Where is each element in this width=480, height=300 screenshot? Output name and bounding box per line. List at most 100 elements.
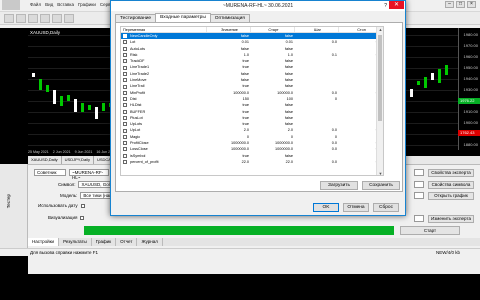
close-icon[interactable]: ✕: [389, 1, 404, 9]
tester-vertical-label: Тестер: [6, 194, 11, 209]
param-step-cell[interactable]: 0.0: [295, 159, 339, 165]
test-progress-bar: [84, 226, 394, 235]
cancel-button[interactable]: Отмена: [343, 203, 369, 212]
expert-properties-dialog: ~MURENA-RF-HL~ 30.06.2021 ? ✕ Тестирован…: [110, 0, 406, 216]
window-controls: – □ ×: [445, 1, 476, 8]
menu-charts[interactable]: Графики: [78, 2, 96, 9]
optimize-checkbox[interactable]: [123, 53, 127, 58]
chart-tab[interactable]: XAUUSD,Daily: [28, 156, 62, 164]
dialog-tab-2[interactable]: Оптимизация: [209, 14, 250, 22]
menu-insert[interactable]: Вставка: [57, 2, 74, 9]
price-label: 1970.00: [463, 43, 478, 48]
skip-box[interactable]: [414, 215, 424, 222]
scroll-down-icon[interactable]: ▼: [377, 171, 383, 175]
dialog-tab-0[interactable]: Тестирование: [115, 14, 157, 22]
optimize-checkbox[interactable]: [123, 71, 127, 76]
column-value[interactable]: Значение: [207, 27, 251, 32]
use-date-checkbox[interactable]: [80, 203, 85, 208]
expert-type-select[interactable]: Советник: [34, 169, 66, 176]
status-help-text: Для вызова справки нажмите F1: [30, 250, 99, 255]
edit-expert-button[interactable]: Изменить эксперта: [428, 215, 474, 223]
optimize-checkbox[interactable]: [123, 84, 127, 89]
load-button[interactable]: Загрузить: [320, 181, 358, 190]
left-panel: [0, 28, 28, 154]
param-start-cell[interactable]: 22.0: [251, 159, 295, 165]
menu-view[interactable]: Вид: [45, 2, 53, 9]
scroll-up-icon[interactable]: ▲: [377, 27, 383, 33]
symbol-properties-button[interactable]: Свойства символа: [428, 181, 474, 189]
table-scrollbar[interactable]: ▲ ▼: [376, 27, 383, 175]
inputs-panel: Переменная Значение Старт Шаг Стоп NewCa…: [115, 22, 403, 192]
scroll-thumb[interactable]: [378, 35, 382, 121]
optimize-checkbox[interactable]: [123, 160, 127, 165]
optimize-checkbox[interactable]: [123, 109, 127, 114]
optimization-box[interactable]: [414, 192, 424, 199]
start-button[interactable]: Старт: [400, 226, 460, 235]
price-label: 1900.00: [463, 120, 478, 125]
save-button[interactable]: Сохранить: [362, 181, 400, 190]
optimize-checkbox[interactable]: [123, 46, 127, 51]
tester-tab[interactable]: График: [92, 238, 117, 246]
optimize-checkbox[interactable]: [123, 59, 127, 64]
expert-properties-button[interactable]: Свойства эксперта: [428, 169, 474, 177]
maximize-icon[interactable]: □: [456, 1, 465, 8]
column-variable[interactable]: Переменная: [121, 27, 207, 32]
market-watch-icon[interactable]: [28, 14, 38, 23]
terminal-icon[interactable]: [52, 14, 62, 23]
column-start[interactable]: Старт: [251, 27, 295, 32]
table-body: NewCandleOnlyfalsefalseLot0.010.010.00.0…: [121, 33, 383, 165]
model-label: Модель:: [60, 193, 78, 198]
expert-select[interactable]: ~MURENA-RF-HL~: [69, 169, 109, 180]
optimize-checkbox[interactable]: [123, 116, 127, 120]
reset-button[interactable]: Сброс: [373, 203, 399, 212]
use-date-label: Использовать дату: [38, 203, 78, 208]
optimize-checkbox[interactable]: [123, 90, 127, 95]
optimize-checkbox[interactable]: [123, 134, 127, 139]
visual-checkbox[interactable]: [80, 215, 85, 220]
tester-tab[interactable]: Отчет: [116, 238, 138, 246]
optimize-checkbox[interactable]: [123, 65, 127, 70]
close-window-icon[interactable]: ×: [467, 1, 476, 8]
open-chart-button[interactable]: Открыть график: [428, 192, 474, 200]
low-price-tag: 1762.43: [458, 130, 480, 136]
chart-tab[interactable]: USDJPY,Daily: [62, 156, 94, 164]
optimize-checkbox[interactable]: [123, 103, 127, 108]
tester-icon[interactable]: [64, 14, 74, 23]
profiles-icon[interactable]: [16, 14, 26, 23]
app-icon: [2, 0, 20, 10]
tester-tab[interactable]: Настройки: [28, 238, 60, 246]
navigator-icon[interactable]: [40, 14, 50, 23]
help-icon[interactable]: ?: [384, 2, 387, 10]
menu-file[interactable]: Файл: [30, 2, 41, 9]
candle: [438, 69, 441, 83]
period-box[interactable]: [414, 169, 424, 176]
price-label: 1930.00: [463, 87, 478, 92]
optimize-checkbox[interactable]: [123, 147, 127, 152]
price-label: 1980.00: [463, 32, 478, 37]
optimize-checkbox[interactable]: [123, 34, 127, 39]
column-step[interactable]: Шаг: [295, 27, 339, 32]
spread-box[interactable]: [414, 181, 424, 188]
minimize-icon[interactable]: –: [445, 1, 454, 8]
candle: [67, 95, 70, 101]
optimize-checkbox[interactable]: [123, 141, 127, 146]
ok-button[interactable]: OK: [313, 203, 339, 212]
optimize-checkbox[interactable]: [123, 40, 127, 45]
optimize-checkbox[interactable]: [123, 122, 127, 127]
visual-label: Визуализация: [48, 215, 78, 220]
tester-sidebar: Тестер: [0, 164, 28, 248]
dialog-tab-1[interactable]: Входные параметры: [155, 13, 211, 22]
param-value-cell[interactable]: 22.0: [207, 159, 251, 165]
tester-tab[interactable]: Журнал: [137, 238, 163, 246]
new-chart-icon[interactable]: [4, 14, 14, 23]
tester-tab[interactable]: Результаты: [59, 238, 92, 246]
optimize-checkbox[interactable]: [123, 128, 127, 133]
param-name: percent_of_profit: [130, 159, 159, 164]
candle: [102, 103, 105, 111]
optimize-checkbox[interactable]: [123, 97, 127, 102]
status-traffic: NEW/4/0 kb: [435, 250, 460, 255]
optimize-checkbox[interactable]: [123, 78, 127, 83]
dialog-title: ~MURENA-RF-HL~ 30.06.2021: [111, 1, 405, 11]
optimize-checkbox[interactable]: [123, 153, 127, 158]
table-row[interactable]: percent_of_profit22.022.00.00.0: [121, 159, 383, 165]
